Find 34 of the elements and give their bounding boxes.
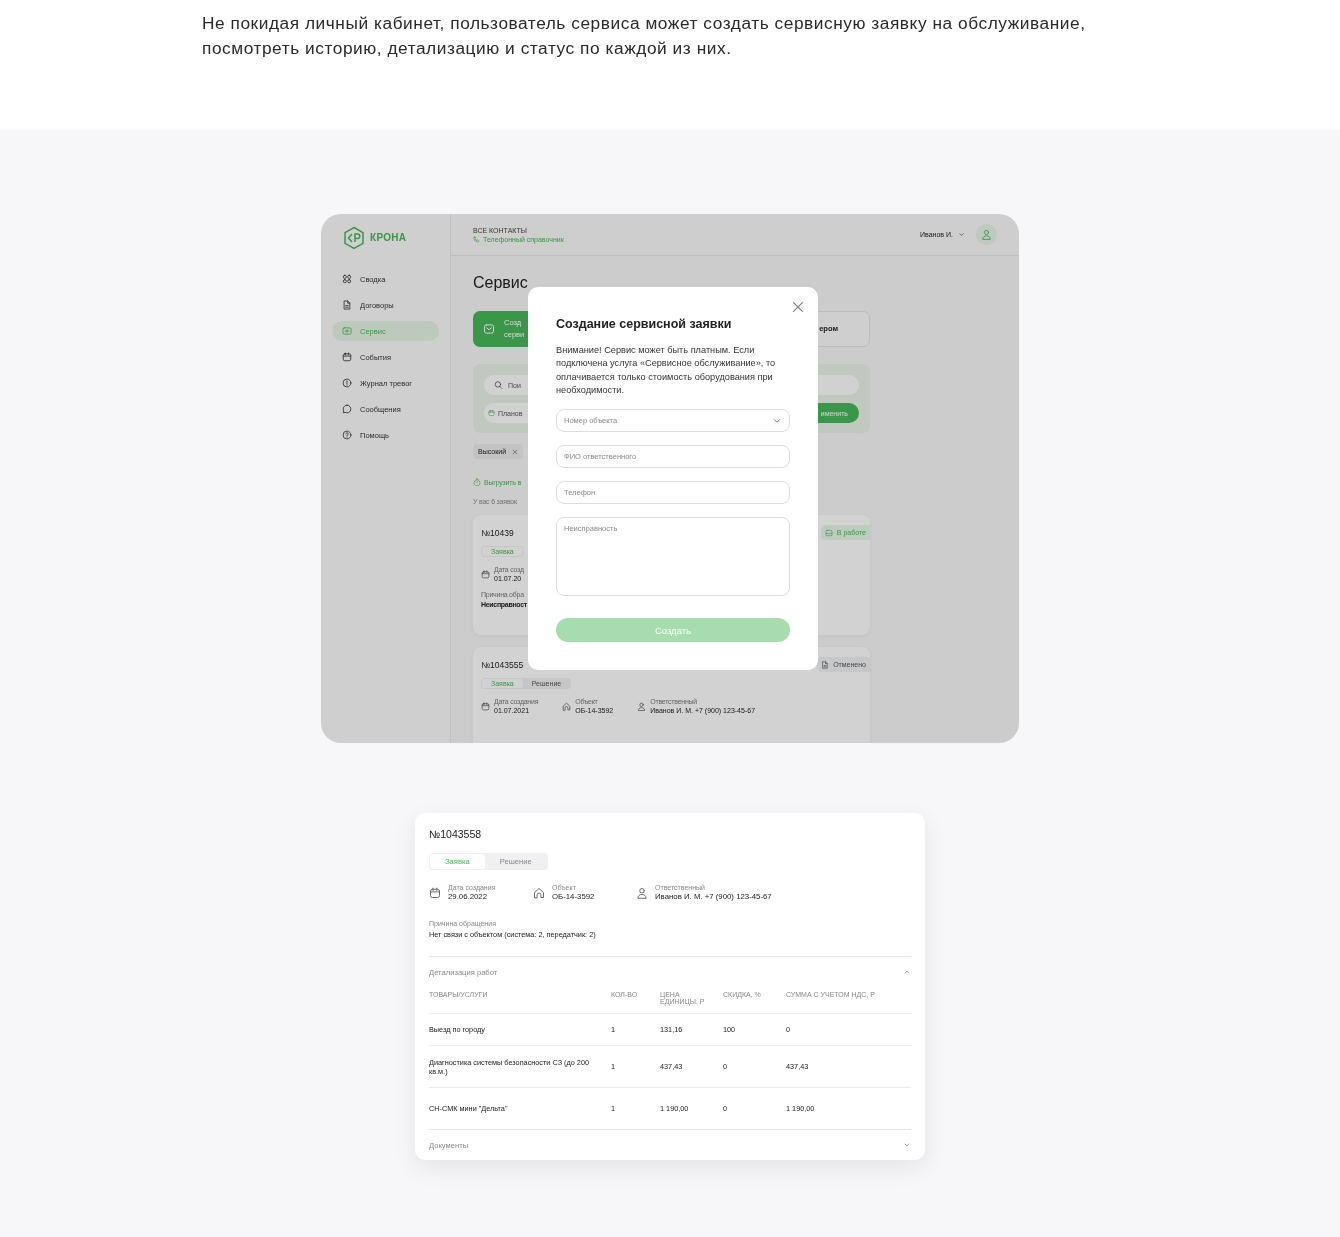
logo-text: КРОНА [370,232,407,243]
page-title: Сервис [473,273,529,293]
request-number: №1043555 [481,659,524,670]
search-icon [494,380,503,390]
chat-icon [342,404,352,414]
help-icon [342,430,352,440]
house-icon [533,886,545,899]
phone-icon [473,235,480,243]
document-icon [821,660,830,669]
calendar-icon [481,570,490,579]
modal-title: Создание сервисной заявки [556,317,733,331]
alert-icon [342,378,352,388]
close-icon[interactable] [791,300,805,314]
user-icon [637,702,647,711]
document-icon [342,300,352,310]
calendar-icon [429,886,441,899]
request-number: №10439 [481,527,514,538]
close-icon [512,448,519,455]
user-icon [981,229,992,240]
calendar-icon [488,409,495,417]
calendar-icon [342,352,352,362]
grid-icon [342,274,352,284]
house-icon [562,702,572,711]
intro-paragraph: Не покидая личный кабинет, пользователь сервиса может создать сервисную заявку на обслуживание, посмотреть историю, детализацию и статус по каждой из них. [202,12,1087,60]
notice-text: Внимание! Сервис может быть платным. Если подключена услуга «Сервисное обслуживание», то оплачивается только стоимость оборудования при необходимости. [556,344,777,397]
upload-icon [473,478,481,486]
inbox-icon [824,528,833,537]
logo-icon [342,225,366,250]
ticket-icon [342,326,352,336]
envelope-icon [483,323,495,335]
chevron-icon [958,231,965,238]
calendar-icon [481,702,490,711]
user-icon [636,886,648,899]
request-number: №1043558 [429,828,483,841]
